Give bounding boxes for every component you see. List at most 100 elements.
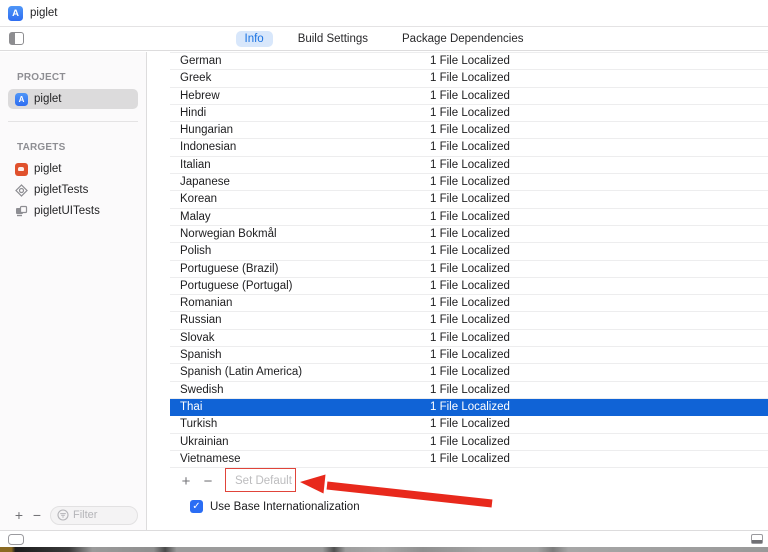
sidebar-bottom-bar: + − Filter <box>0 504 146 530</box>
project-editor-tabs: Info Build Settings Package Dependencies <box>0 30 768 47</box>
language-label: Korean <box>180 193 218 206</box>
localization-row[interactable]: Swedish 1 File Localized <box>170 382 768 399</box>
tab-info[interactable]: Info <box>235 30 273 47</box>
add-localization-button[interactable]: + <box>177 474 195 489</box>
localization-row[interactable]: Malay 1 File Localized <box>170 209 768 226</box>
language-label: Hebrew <box>180 89 220 102</box>
add-target-button[interactable]: + <box>10 508 28 522</box>
localization-row[interactable]: Turkish 1 File Localized <box>170 416 768 434</box>
debug-area-toggle-icon[interactable] <box>751 534 763 544</box>
files-localized-label: 1 File Localized <box>430 193 510 206</box>
project-navigator-sidebar: PROJECT A piglet TARGETS piglet pigletTe… <box>0 52 147 530</box>
files-localized-label: 1 File Localized <box>430 55 510 67</box>
sidebar-item-project-piglet[interactable]: A piglet <box>8 89 138 109</box>
unit-test-target-icon <box>15 183 28 197</box>
localization-row[interactable]: Hindi 1 File Localized <box>170 105 768 123</box>
files-localized-label: 1 File Localized <box>430 72 510 85</box>
localization-row[interactable]: Russian 1 File Localized <box>170 312 768 330</box>
files-localized-label: 1 File Localized <box>430 210 510 223</box>
files-localized-label: 1 File Localized <box>430 331 510 344</box>
localization-row[interactable]: Portuguese (Portugal) 1 File Localized <box>170 278 768 296</box>
files-localized-label: 1 File Localized <box>430 106 510 119</box>
localization-row[interactable]: Spanish 1 File Localized <box>170 347 768 365</box>
localization-row[interactable]: Greek 1 File Localized <box>170 70 768 88</box>
localization-row[interactable]: Romanian 1 File Localized <box>170 295 768 313</box>
localization-row[interactable]: Korean 1 File Localized <box>170 191 768 209</box>
language-label: Polish <box>180 245 212 258</box>
files-localized-label: 1 File Localized <box>430 349 510 362</box>
use-base-internationalization-label: Use Base Internationalization <box>210 500 360 513</box>
localization-row[interactable]: Indonesian 1 File Localized <box>170 139 768 157</box>
project-section-header: PROJECT <box>17 72 66 83</box>
targets-section-header: TARGETS <box>17 142 66 153</box>
remove-localization-button[interactable]: − <box>199 474 217 489</box>
localization-row[interactable]: Italian 1 File Localized <box>170 157 768 175</box>
localization-table: German 1 File Localized Greek 1 File Loc… <box>170 52 768 469</box>
localization-row[interactable]: Polish 1 File Localized <box>170 243 768 261</box>
tab-build-settings[interactable]: Build Settings <box>289 31 377 47</box>
files-localized-label: 1 File Localized <box>430 262 510 275</box>
files-localized-label: 1 File Localized <box>430 400 510 413</box>
files-localized-label: 1 File Localized <box>430 124 510 137</box>
window-title: piglet <box>30 7 58 19</box>
toolbar-toggle-icon[interactable] <box>8 534 24 545</box>
files-localized-label: 1 File Localized <box>430 279 510 292</box>
ui-test-target-icon <box>16 205 28 216</box>
language-label: Spanish (Latin America) <box>180 366 303 379</box>
language-label: Hungarian <box>180 124 234 137</box>
sidebar-item-target-piglet[interactable]: piglet <box>8 159 138 179</box>
localization-row[interactable]: Slovak 1 File Localized <box>170 330 768 348</box>
files-localized-label: 1 File Localized <box>430 245 510 258</box>
localization-row[interactable]: Hebrew 1 File Localized <box>170 88 768 105</box>
sidebar-item-label: pigletTests <box>34 184 89 196</box>
files-localized-label: 1 File Localized <box>430 227 510 240</box>
sidebar-divider <box>8 121 138 122</box>
sidebar-toggle-icon[interactable] <box>9 32 24 45</box>
language-label: Romanian <box>180 297 233 310</box>
files-localized-label: 1 File Localized <box>430 158 510 171</box>
sidebar-item-label: piglet <box>34 163 62 175</box>
files-localized-label: 1 File Localized <box>430 418 510 431</box>
language-label: Portuguese (Portugal) <box>180 279 293 292</box>
title-bar: A piglet <box>0 0 768 27</box>
language-label: Vietnamese <box>180 452 241 465</box>
filter-icon <box>57 509 69 521</box>
filter-input[interactable]: Filter <box>50 505 138 525</box>
language-label: Japanese <box>180 176 230 189</box>
background-window-sliver <box>0 547 768 552</box>
localization-row[interactable]: Hungarian 1 File Localized <box>170 122 768 140</box>
language-label: Italian <box>180 158 211 171</box>
files-localized-label: 1 File Localized <box>430 383 510 396</box>
sidebar-item-label: pigletUITests <box>34 205 100 217</box>
localization-row[interactable]: Japanese 1 File Localized <box>170 174 768 192</box>
files-localized-label: 1 File Localized <box>430 452 510 465</box>
sidebar-item-target-piglettests[interactable]: pigletTests <box>8 180 138 200</box>
files-localized-label: 1 File Localized <box>430 366 510 379</box>
sidebar-item-label: piglet <box>34 93 62 105</box>
localization-row[interactable]: Vietnamese 1 File Localized <box>170 451 768 469</box>
language-label: Russian <box>180 314 222 327</box>
language-label: Turkish <box>180 418 218 431</box>
remove-target-button[interactable]: − <box>28 508 46 522</box>
sidebar-item-target-pigletuitests[interactable]: pigletUITests <box>8 201 138 221</box>
bottom-bar <box>0 530 768 547</box>
project-icon: A <box>15 92 28 106</box>
localization-row[interactable]: Thai 1 File Localized <box>170 398 768 417</box>
use-base-internationalization-checkbox[interactable]: ✓ <box>190 500 203 514</box>
localization-row[interactable]: Portuguese (Brazil) 1 File Localized <box>170 261 768 278</box>
localization-row[interactable]: Spanish (Latin America) 1 File Localized <box>170 364 768 382</box>
localization-row[interactable]: German 1 File Localized <box>170 53 768 71</box>
set-default-button[interactable]: Set Default <box>229 473 298 489</box>
files-localized-label: 1 File Localized <box>430 297 510 310</box>
files-localized-label: 1 File Localized <box>430 176 510 189</box>
files-localized-label: 1 File Localized <box>430 89 510 102</box>
tab-package-dependencies[interactable]: Package Dependencies <box>393 31 532 47</box>
xcode-project-window: A piglet Info Build Settings Package Dep… <box>0 0 768 552</box>
language-label: Malay <box>180 210 211 223</box>
language-label: Spanish <box>180 349 222 362</box>
language-label: Thai <box>180 400 203 413</box>
editor-tab-bar: Info Build Settings Package Dependencies <box>0 27 768 51</box>
localization-row[interactable]: Ukrainian 1 File Localized <box>170 434 768 451</box>
language-label: Swedish <box>180 383 224 396</box>
localization-row[interactable]: Norwegian Bokmål 1 File Localized <box>170 226 768 244</box>
